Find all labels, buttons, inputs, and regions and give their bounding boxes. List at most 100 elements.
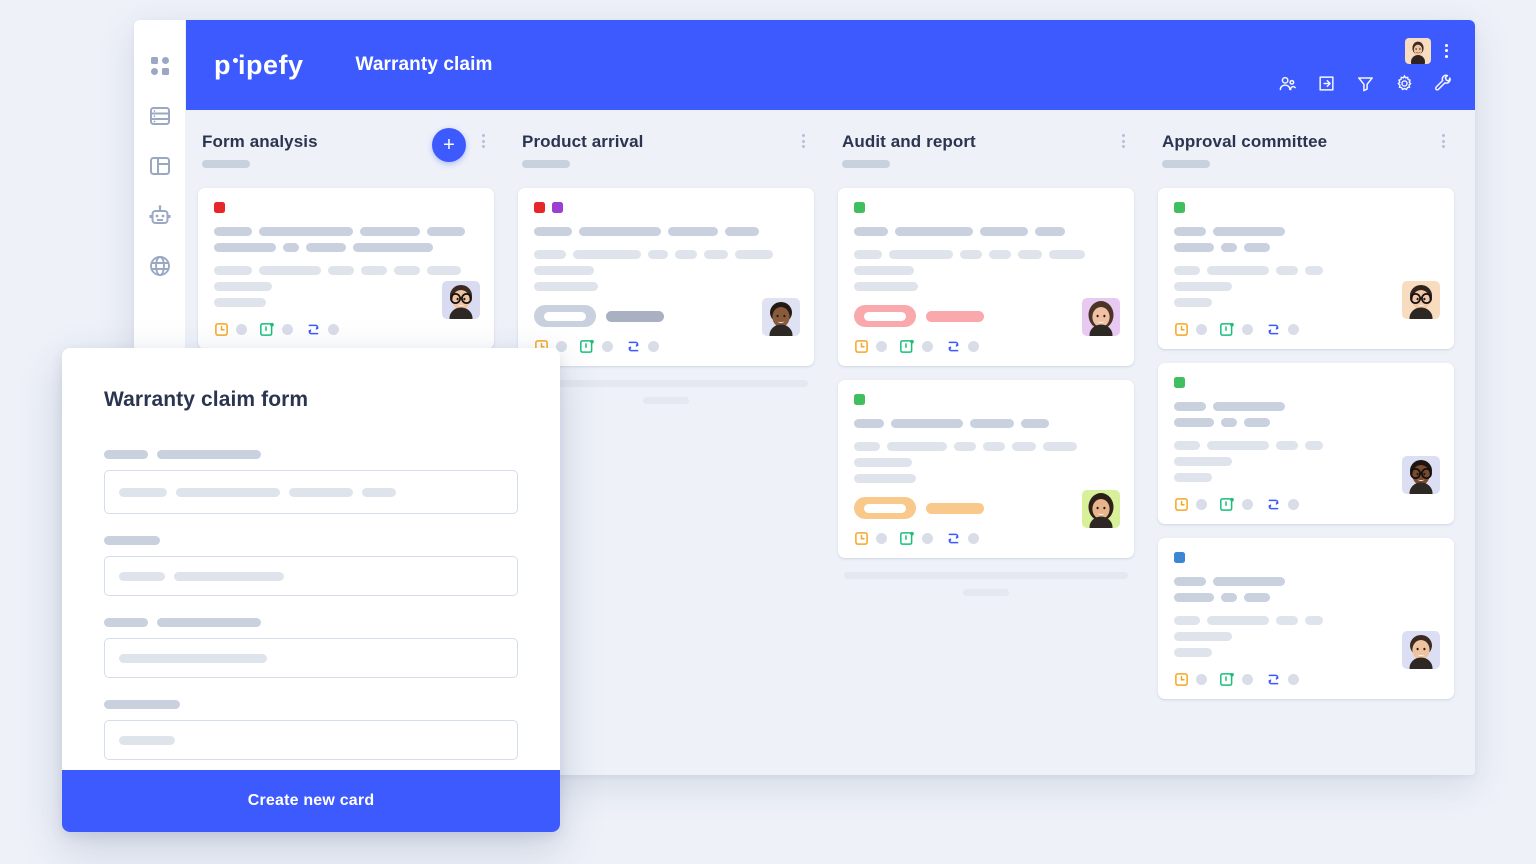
skeleton-bar xyxy=(394,266,420,275)
board-card[interactable] xyxy=(198,188,494,349)
column-kebab-menu[interactable] xyxy=(476,134,490,148)
skeleton-bar xyxy=(735,250,773,259)
connection-icon[interactable] xyxy=(946,339,961,354)
card-assignee-avatar[interactable] xyxy=(1402,631,1440,669)
card-footer-meta xyxy=(602,341,613,352)
start-date-icon[interactable] xyxy=(260,322,275,337)
connection-icon[interactable] xyxy=(626,339,641,354)
column-kebab-menu[interactable] xyxy=(1116,134,1130,148)
connection-icon[interactable] xyxy=(946,531,961,546)
board-card[interactable] xyxy=(518,188,814,366)
card-assignee-avatar[interactable] xyxy=(1402,281,1440,319)
globe-icon[interactable] xyxy=(148,254,172,278)
skeleton-bar xyxy=(259,227,353,236)
skeleton-bar xyxy=(1207,266,1269,275)
skeleton-bar xyxy=(1018,250,1042,259)
due-date-icon[interactable] xyxy=(854,531,869,546)
skeleton-bar xyxy=(214,298,266,307)
board-card[interactable] xyxy=(1158,538,1454,699)
skeleton-bar xyxy=(214,227,252,236)
connection-icon[interactable] xyxy=(1266,497,1281,512)
board-card[interactable] xyxy=(1158,363,1454,524)
card-footer-meta xyxy=(876,533,887,544)
skeleton-bar xyxy=(1174,632,1232,641)
skeleton-bar xyxy=(1221,243,1237,252)
label-chip xyxy=(1174,377,1185,388)
members-icon[interactable] xyxy=(1278,74,1297,93)
card-footer xyxy=(854,531,1118,546)
robot-icon[interactable] xyxy=(148,204,172,228)
avatar[interactable] xyxy=(1405,37,1431,64)
skeleton-bar xyxy=(119,735,175,745)
column-load-more[interactable] xyxy=(963,589,1009,596)
skeleton-line xyxy=(1174,441,1438,450)
card-badge xyxy=(534,305,798,327)
board-card[interactable] xyxy=(1158,188,1454,349)
start-date-icon[interactable] xyxy=(1220,672,1235,687)
dashboard-icon[interactable] xyxy=(148,54,172,78)
filter-icon[interactable] xyxy=(1356,74,1375,93)
header-kebab-menu[interactable] xyxy=(1439,43,1453,58)
due-date-icon[interactable] xyxy=(1174,322,1189,337)
column-loading-bar xyxy=(844,572,1128,579)
skeleton-line xyxy=(1174,473,1438,482)
due-date-icon[interactable] xyxy=(854,339,869,354)
create-new-card-button[interactable]: Create new card xyxy=(62,770,560,832)
board-card[interactable] xyxy=(838,380,1134,558)
column-title-wrap: Approval committee xyxy=(1162,132,1436,169)
skeleton-bar xyxy=(675,250,697,259)
card-labels xyxy=(854,394,1118,405)
skeleton-line xyxy=(1174,616,1438,625)
skeleton-bar xyxy=(980,227,1028,236)
skeleton-bar xyxy=(889,250,953,259)
due-date-icon[interactable] xyxy=(1174,497,1189,512)
gear-icon[interactable] xyxy=(1395,74,1414,93)
form-input[interactable] xyxy=(104,720,518,760)
skeleton-bar xyxy=(573,250,641,259)
card-assignee-avatar[interactable] xyxy=(1082,298,1120,336)
start-date-icon[interactable] xyxy=(1220,497,1235,512)
skeleton-bar xyxy=(983,442,1005,451)
board-card[interactable] xyxy=(838,188,1134,366)
card-footer-meta xyxy=(1288,499,1299,510)
badge-pill xyxy=(854,305,916,327)
column-load-more[interactable] xyxy=(643,397,689,404)
form-input[interactable] xyxy=(104,470,518,514)
due-date-icon[interactable] xyxy=(1174,672,1189,687)
card-footer-meta xyxy=(282,324,293,335)
add-card-button[interactable]: + xyxy=(432,128,466,162)
due-date-icon[interactable] xyxy=(214,322,229,337)
form-input[interactable] xyxy=(104,556,518,596)
badge-pill xyxy=(854,497,916,519)
form-input[interactable] xyxy=(104,638,518,678)
layout-icon[interactable] xyxy=(148,154,172,178)
skeleton-bar xyxy=(1221,593,1237,602)
skeleton-bar xyxy=(534,282,598,291)
card-footer xyxy=(534,339,798,354)
card-badge xyxy=(854,305,1118,327)
app-header: p ipefy Warranty claim xyxy=(186,20,1475,110)
skeleton-bar xyxy=(1174,298,1212,307)
start-date-icon[interactable] xyxy=(900,531,915,546)
column-kebab-menu[interactable] xyxy=(796,134,810,148)
database-icon[interactable] xyxy=(148,104,172,128)
column-header: Form analysis + xyxy=(198,128,494,188)
card-assignee-avatar[interactable] xyxy=(1082,490,1120,528)
start-date-icon[interactable] xyxy=(1220,322,1235,337)
wrench-icon[interactable] xyxy=(1434,74,1453,93)
card-assignee-avatar[interactable] xyxy=(762,298,800,336)
inbox-icon[interactable] xyxy=(1317,74,1336,93)
start-date-icon[interactable] xyxy=(900,339,915,354)
skeleton-bar xyxy=(259,266,321,275)
card-footer xyxy=(854,339,1118,354)
skeleton-bar xyxy=(1012,442,1036,451)
connection-icon[interactable] xyxy=(1266,322,1281,337)
column-title: Form analysis xyxy=(202,132,318,151)
connection-icon[interactable] xyxy=(306,322,321,337)
start-date-icon[interactable] xyxy=(580,339,595,354)
column-kebab-menu[interactable] xyxy=(1436,134,1450,148)
skeleton-bar xyxy=(1174,243,1214,252)
connection-icon[interactable] xyxy=(1266,672,1281,687)
card-assignee-avatar[interactable] xyxy=(1402,456,1440,494)
card-assignee-avatar[interactable] xyxy=(442,281,480,319)
